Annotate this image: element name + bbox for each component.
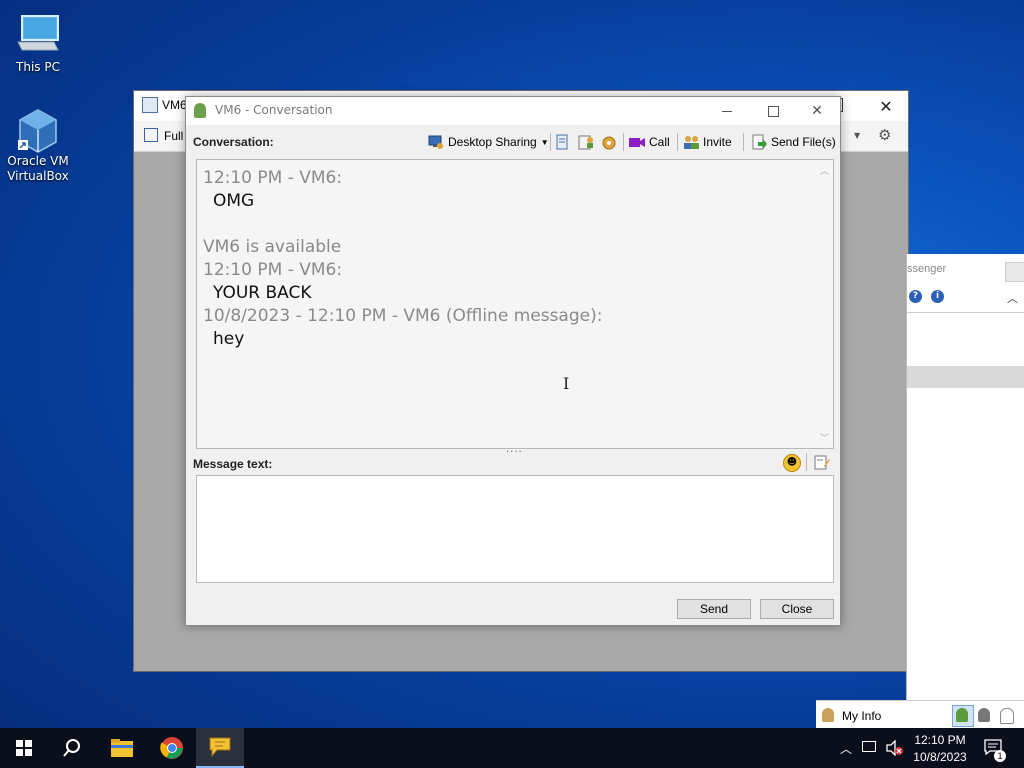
chat-bubble-icon xyxy=(209,737,231,758)
taskbar: ︿ 12:10 PM 10/8/2023 1 xyxy=(0,728,1024,768)
vbox-app-icon xyxy=(142,97,158,113)
show-hidden-icons-chevron[interactable]: ︿ xyxy=(840,740,852,757)
toolbar-separator xyxy=(623,133,624,151)
dropdown-arrow-icon[interactable]: ▼ xyxy=(854,131,860,140)
history-scrollbar[interactable]: ︿ ﹀ xyxy=(816,160,833,448)
desktop-icon-virtualbox[interactable]: Oracle VM VirtualBox xyxy=(0,106,76,184)
dropdown-arrow-icon[interactable]: ▼ xyxy=(541,138,549,147)
messenger-divider xyxy=(907,312,1024,313)
toolbar-separator xyxy=(806,453,807,471)
chrome-button[interactable] xyxy=(148,728,196,768)
help-icon[interactable]: ? xyxy=(909,290,922,303)
edit-note-icon[interactable] xyxy=(814,454,830,474)
desktop-sharing-button[interactable]: Desktop Sharing ▼ xyxy=(428,133,549,151)
folder-icon xyxy=(111,739,133,757)
invite-button[interactable]: Invite xyxy=(683,133,732,151)
splitter-handle[interactable]: ···· xyxy=(506,447,523,458)
toolbar-separator xyxy=(677,133,678,151)
desktop-sharing-label: Desktop Sharing xyxy=(448,135,537,149)
message-line: VM6 is available xyxy=(203,237,342,257)
scroll-up-icon[interactable]: ︿ xyxy=(820,164,829,177)
video-camera-icon xyxy=(629,134,645,150)
message-line: 10/8/2023 - 12:10 PM - VM6 (Offline mess… xyxy=(203,306,603,326)
message-line: 12:10 PM - VM6: xyxy=(203,168,343,188)
start-button[interactable] xyxy=(0,728,48,768)
messenger-title-fragment: ssenger xyxy=(907,263,947,275)
clock-time[interactable]: 12:10 PM xyxy=(914,733,966,747)
invite-label: Invite xyxy=(703,135,732,149)
my-info-icon[interactable] xyxy=(822,708,834,722)
info-icon[interactable]: i xyxy=(931,290,944,303)
call-label: Call xyxy=(649,135,670,149)
file-explorer-button[interactable] xyxy=(98,728,146,768)
call-button[interactable]: Call xyxy=(629,133,670,151)
desktop-icon-label: Oracle VM VirtualBox xyxy=(7,154,69,183)
vbox-close-button[interactable]: ✕ xyxy=(864,91,908,121)
vbox-title: VM6 xyxy=(162,98,187,112)
my-info-label[interactable]: My Info xyxy=(842,709,881,723)
conversation-titlebar: VM6 - Conversation ✕ xyxy=(186,97,840,125)
message-input[interactable] xyxy=(196,475,834,583)
conversation-label: Conversation: xyxy=(193,135,274,149)
minimize-button[interactable] xyxy=(704,97,750,125)
send-file-icon xyxy=(751,134,767,150)
contact-card-icon[interactable] xyxy=(578,133,594,151)
virtualbox-icon xyxy=(14,106,62,153)
maximize-button[interactable] xyxy=(750,97,796,125)
close-button[interactable]: ✕ xyxy=(794,97,840,125)
status-offline-icon[interactable] xyxy=(1000,708,1014,724)
vbox-toolbar-label[interactable]: Full xyxy=(164,129,183,143)
desktop-sharing-icon xyxy=(428,134,444,150)
message-line: hey xyxy=(213,329,245,349)
toolbar-separator xyxy=(743,133,744,151)
message-text-label: Message text: xyxy=(193,457,273,471)
desktop-icon-label: This PC xyxy=(16,60,60,74)
volume-muted-icon[interactable] xyxy=(886,739,904,760)
desktop-icon-this-pc[interactable]: This PC xyxy=(0,12,76,75)
messenger-window: ssenger ? i ︿ xyxy=(906,254,1024,728)
settings-gear-icon[interactable] xyxy=(601,133,617,151)
collapse-chevron-icon[interactable]: ︿ xyxy=(1007,290,1018,306)
clock-date[interactable]: 10/8/2023 xyxy=(910,750,970,764)
notification-count-badge: 1 xyxy=(994,750,1006,762)
notebook-icon[interactable] xyxy=(555,133,569,151)
messenger-taskbar-button[interactable] xyxy=(196,728,244,768)
windows-logo-icon xyxy=(16,740,32,756)
fullscreen-icon[interactable] xyxy=(144,128,158,142)
computer-icon xyxy=(14,12,62,56)
emoticon-icon[interactable]: ☻ xyxy=(783,454,801,472)
vbox-gear-icon[interactable]: ⚙ xyxy=(878,126,891,144)
message-line: OMG xyxy=(213,191,255,211)
search-button[interactable] xyxy=(48,728,96,768)
messenger-selected-row[interactable] xyxy=(907,366,1024,388)
send-files-button[interactable]: Send File(s) xyxy=(751,133,836,151)
search-icon xyxy=(63,739,80,757)
send-button[interactable]: Send xyxy=(677,599,751,619)
scroll-down-icon[interactable]: ﹀ xyxy=(820,431,829,444)
contact-person-icon xyxy=(194,103,206,118)
contact-person-icon xyxy=(956,708,968,722)
toolbar-separator xyxy=(550,133,551,151)
text-cursor-icon: I xyxy=(563,374,570,393)
network-icon[interactable] xyxy=(862,741,876,752)
invite-people-icon xyxy=(683,134,699,150)
messenger-footer: My Info xyxy=(816,700,1024,729)
message-line: YOUR BACK xyxy=(213,283,312,303)
conversation-history: 12:10 PM - VM6: OMG VM6 is available 12:… xyxy=(196,159,834,449)
message-line: 12:10 PM - VM6: xyxy=(203,260,343,280)
status-away-icon[interactable] xyxy=(978,708,990,722)
close-dialog-button[interactable]: Close xyxy=(760,599,834,619)
conversation-window: VM6 - Conversation ✕ Conversation: Deskt… xyxy=(185,96,841,626)
send-files-label: Send File(s) xyxy=(771,135,836,149)
chrome-icon xyxy=(160,737,183,759)
window-title: VM6 - Conversation xyxy=(215,103,333,117)
messenger-status-box xyxy=(1005,262,1024,282)
